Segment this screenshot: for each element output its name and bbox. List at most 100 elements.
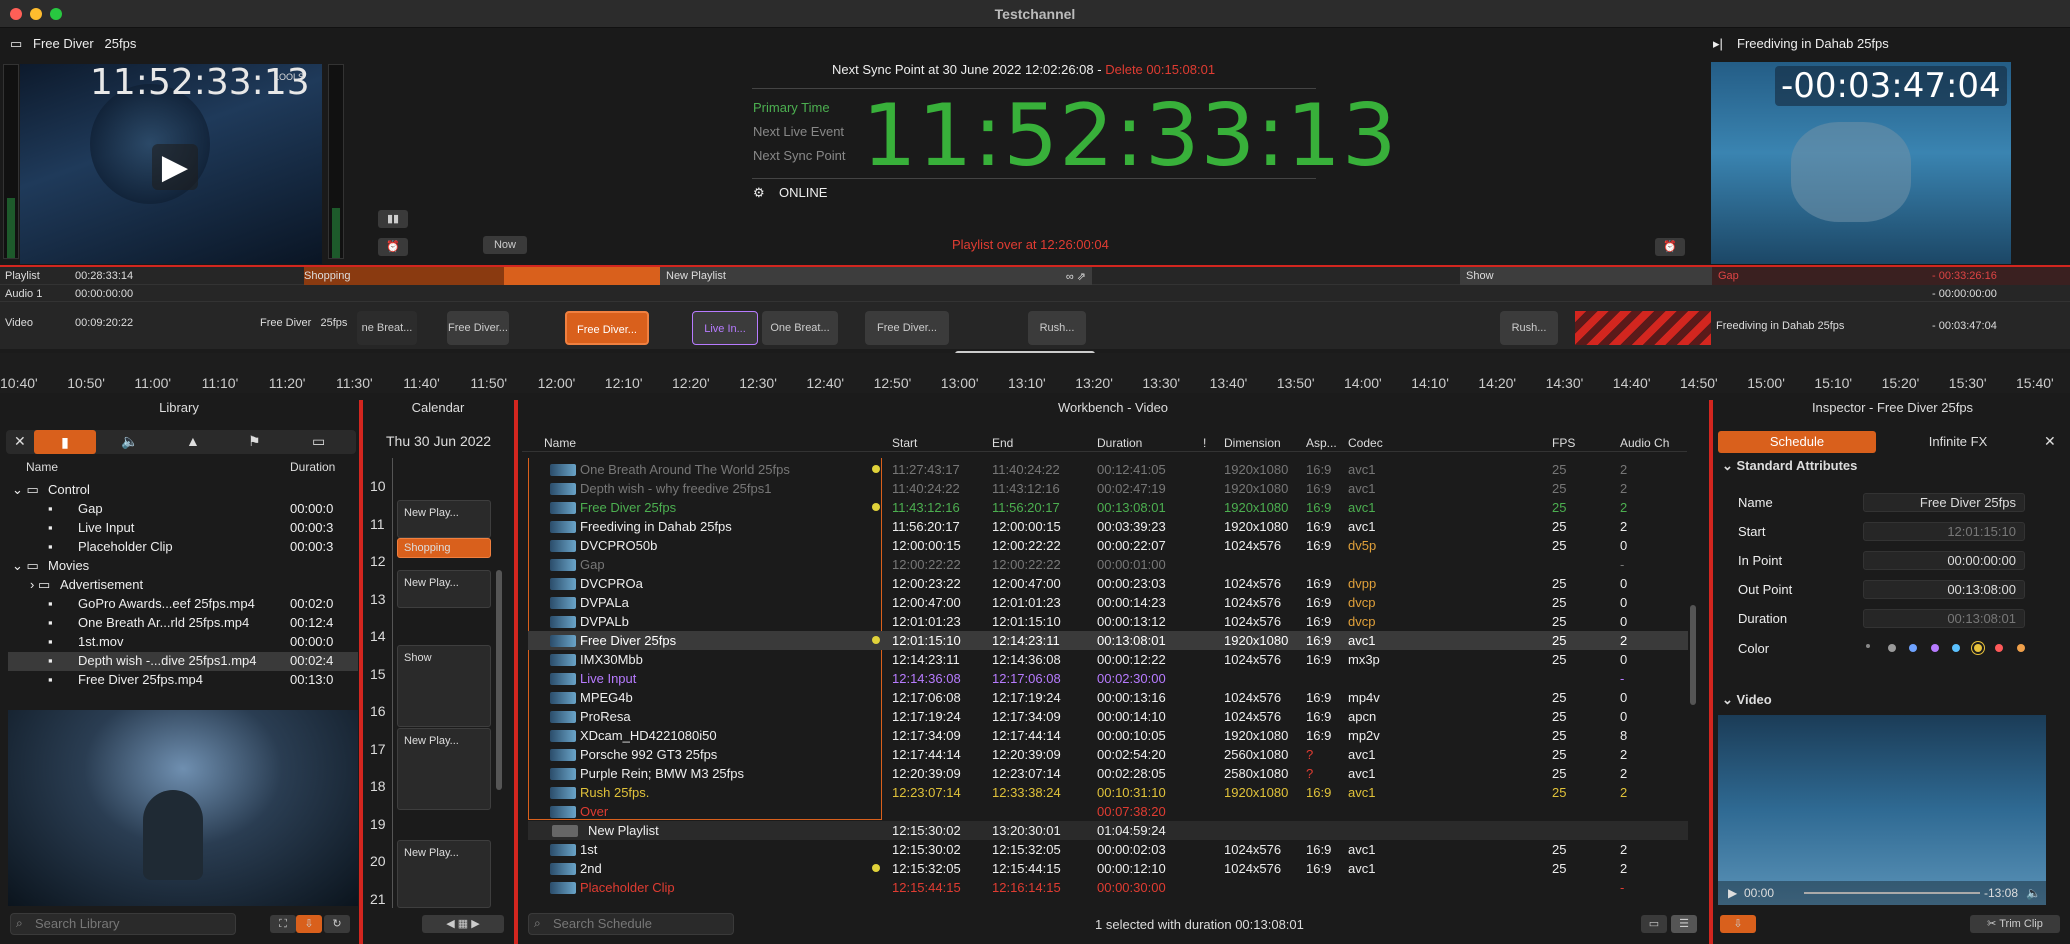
schedule-row[interactable]: DVPALb 12:01:01:23 12:01:15:10 00:00:13:12 1…: [528, 612, 1688, 631]
schedule-row[interactable]: Porsche 992 GT3 25fps 12:17:44:14 12:20:39…: [528, 745, 1688, 764]
schedule-row[interactable]: IMX30Mbb 12:14:23:11 12:14:36:08 00:00:12:2…: [528, 650, 1688, 669]
library-item[interactable]: › ▭ Advertisement: [8, 576, 358, 595]
schedule-row[interactable]: Live Input 12:14:36:08 12:17:06:08 00:02:30…: [528, 669, 1688, 688]
color-swatch[interactable]: [1909, 644, 1917, 652]
library-item[interactable]: ⌄ ▭ Movies: [8, 557, 358, 576]
schedule-row[interactable]: XDcam_HD4221080i50 12:17:34:09 12:17:44:14…: [528, 726, 1688, 745]
library-col-name[interactable]: Name: [26, 460, 58, 474]
schedule-row[interactable]: ProResa 12:17:19:24 12:17:34:09 00:00:14:10…: [528, 707, 1688, 726]
out-point-field[interactable]: 00:13:08:00: [1863, 580, 2025, 599]
column-header[interactable]: Asp...: [1306, 436, 1337, 450]
video-filter-icon[interactable]: ▮: [34, 430, 96, 454]
audio-filter-icon[interactable]: 🔈: [121, 433, 138, 450]
schedule-row[interactable]: One Breath Around The World 25fps 11:27:4…: [528, 460, 1688, 479]
schedule-row[interactable]: Free Diver 25fps 11:43:12:16 11:56:20:17 00…: [528, 498, 1688, 517]
timeline-clip[interactable]: ne Breat...: [357, 311, 417, 345]
calendar-filter-icon[interactable]: ▭: [312, 433, 325, 450]
timeline-clip[interactable]: Free Diver...: [565, 311, 649, 345]
column-header[interactable]: End: [992, 436, 1013, 450]
color-swatch[interactable]: [1887, 644, 1896, 652]
column-header[interactable]: Audio Ch: [1620, 436, 1669, 450]
workbench-scrollbar[interactable]: [1690, 605, 1696, 705]
column-header[interactable]: !: [1203, 436, 1206, 450]
column-header[interactable]: Dimension: [1224, 436, 1281, 450]
section-standard-attributes[interactable]: ⌄ Standard Attributes: [1722, 458, 1857, 474]
bar-chart-icon[interactable]: ▮▮: [378, 210, 408, 228]
library-item[interactable]: ▪ Live Input 00:00:3: [8, 519, 358, 538]
library-item[interactable]: ▪ Free Diver 25fps.mp4 00:13:0: [8, 671, 358, 690]
color-swatch[interactable]: [1866, 644, 1870, 648]
alarm-icon-right[interactable]: ⏰: [1655, 238, 1685, 256]
block-shopping[interactable]: Shopping: [304, 267, 504, 285]
color-swatch[interactable]: [1995, 644, 2003, 652]
schedule-row[interactable]: MPEG4b 12:17:06:08 12:17:19:24 00:00:13:16 1…: [528, 688, 1688, 707]
schedule-row[interactable]: Gap 12:00:22:22 12:00:22:22 00:00:01:00 -: [528, 555, 1688, 574]
library-item[interactable]: ⌄ ▭ Control: [8, 481, 358, 500]
now-button[interactable]: Now: [483, 236, 527, 254]
column-header[interactable]: Start: [892, 436, 917, 450]
play-icon[interactable]: ▶: [1728, 886, 1737, 900]
flag-filter-icon[interactable]: ⚑: [248, 433, 261, 450]
schedule-row[interactable]: New Playlist 12:15:30:02 13:20:30:01 01:04:…: [528, 821, 1688, 840]
library-item[interactable]: ▪ Placeholder Clip 00:00:3: [8, 538, 358, 557]
import-icon[interactable]: ⇩: [1720, 915, 1756, 933]
block-show[interactable]: Show: [1460, 267, 1712, 285]
volume-icon[interactable]: 🔈: [2026, 886, 2041, 900]
color-swatch[interactable]: [2016, 644, 2025, 652]
library-item[interactable]: ▪ Gap 00:00:0: [8, 500, 358, 519]
block-gap[interactable]: Gap - 00:33:26:16: [1712, 267, 2070, 285]
calendar-block-shopping[interactable]: Shopping: [397, 538, 491, 558]
timeline-clip[interactable]: Rush...: [1500, 311, 1558, 345]
timeline-clip[interactable]: Rush...: [1028, 311, 1086, 345]
schedule-row[interactable]: Depth wish - why freedive 25fps1 11:40:24…: [528, 479, 1688, 498]
column-header[interactable]: Duration: [1097, 436, 1142, 450]
library-item[interactable]: ▪ 1st.mov 00:00:0: [8, 633, 358, 652]
column-header[interactable]: FPS: [1552, 436, 1575, 450]
timeline-clip[interactable]: Free Diver...: [865, 311, 949, 345]
section-video[interactable]: ⌄ Video: [1722, 692, 1772, 708]
calendar-block[interactable]: New Play...: [397, 570, 491, 608]
import-icon[interactable]: ⇩: [296, 915, 322, 933]
tab-infinite-fx[interactable]: Infinite FX: [1884, 431, 2032, 453]
schedule-row[interactable]: Rush 25fps. 12:23:07:14 12:33:38:24 00:10:3…: [528, 783, 1688, 802]
split-view-icon[interactable]: ☰: [1671, 915, 1697, 933]
schedule-row[interactable]: DVCPRO50b 12:00:00:15 12:00:22:22 00:00:22:…: [528, 536, 1688, 555]
library-item[interactable]: ▪ GoPro Awards...eef 25fps.mp4 00:02:0: [8, 595, 358, 614]
schedule-row[interactable]: Free Diver 25fps 12:01:15:10 12:14:23:11 00…: [528, 631, 1688, 650]
schedule-row[interactable]: Over 00:07:38:20: [528, 802, 1688, 821]
calendar-scrollbar[interactable]: [496, 570, 502, 790]
schedule-row[interactable]: 1st 12:15:30:02 12:15:32:05 00:00:02:03 1024…: [528, 840, 1688, 859]
timeline-clip[interactable]: One Breat...: [762, 311, 838, 345]
column-header[interactable]: Codec: [1348, 436, 1383, 450]
color-swatch[interactable]: [1930, 644, 1939, 652]
left-video-preview[interactable]: 11:52:33:13 LOOLS ▶: [20, 64, 322, 264]
inspector-video-preview[interactable]: ▶ 00:00 -13:08 🔈: [1718, 715, 2046, 905]
schedule-row[interactable]: DVPALa 12:00:47:00 12:01:01:23 00:00:14:23 1…: [528, 593, 1688, 612]
timeline-clip[interactable]: Free Diver...: [447, 311, 509, 345]
library-item[interactable]: ▪ One Breath Ar...rld 25fps.mp4 00:12:4: [8, 614, 358, 633]
calendar-block-show[interactable]: Show: [397, 645, 491, 727]
calendar-block[interactable]: New Play...: [397, 500, 491, 538]
library-col-duration[interactable]: Duration: [290, 460, 335, 474]
color-swatch[interactable]: [1973, 644, 1982, 652]
in-point-field[interactable]: 00:00:00:00: [1863, 551, 2025, 570]
image-filter-icon[interactable]: ▲: [186, 433, 200, 449]
library-item[interactable]: ▪ Depth wish -...dive 25fps1.mp4 00:02:4: [8, 652, 358, 671]
name-field[interactable]: Free Diver 25fps: [1863, 493, 2025, 512]
alarm-icon[interactable]: ⏰: [378, 238, 408, 256]
calendar-nav[interactable]: ◀ ▦ ▶: [422, 915, 504, 933]
schedule-row[interactable]: 2nd 12:15:32:05 12:15:44:15 00:00:12:10 1024…: [528, 859, 1688, 878]
time-ruler[interactable]: 10:40' 10:50' 11:00' 11:10' 11:20' 11:30' 11:4…: [0, 353, 2070, 393]
column-header[interactable]: Name: [544, 436, 576, 450]
single-view-icon[interactable]: ▭: [1641, 915, 1667, 933]
fullscreen-icon[interactable]: ⛶: [270, 915, 296, 933]
right-video-preview[interactable]: -00:03:47:04: [1711, 62, 2011, 264]
schedule-row[interactable]: DVCPROa 12:00:23:22 12:00:47:00 00:00:23:03…: [528, 574, 1688, 593]
timeline-clip[interactable]: Live In...: [692, 311, 758, 345]
calendar-block[interactable]: New Play...: [397, 728, 491, 810]
schedule-row[interactable]: Freediving in Dahab 25fps 11:56:20:17 12:0…: [528, 517, 1688, 536]
tab-schedule[interactable]: Schedule: [1718, 431, 1876, 453]
block-shopping-end[interactable]: [504, 267, 660, 285]
block-new-playlist[interactable]: New Playlist ∞ ⇗: [660, 267, 1092, 285]
trim-clip-button[interactable]: ✂ Trim Clip: [1970, 915, 2060, 933]
